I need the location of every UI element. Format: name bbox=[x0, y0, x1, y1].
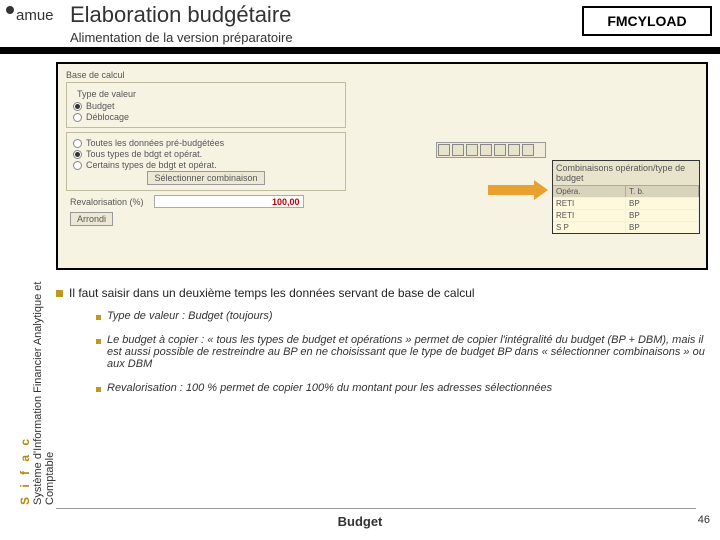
page-number: 46 bbox=[698, 514, 710, 526]
table-row[interactable]: RETIBP bbox=[553, 209, 699, 221]
logo-bullet-icon bbox=[6, 6, 14, 14]
table-row[interactable]: S PBP bbox=[553, 221, 699, 233]
tcode-label: FMCYLOAD bbox=[607, 13, 686, 29]
reval-input[interactable]: 100,00 bbox=[154, 195, 304, 208]
bullet-sub-text: Revalorisation : 100 % permet de copier … bbox=[107, 382, 552, 394]
sidebar-brand: S i f a c bbox=[18, 436, 32, 505]
sidebar: S i f a c Système d'Information Financie… bbox=[0, 65, 52, 515]
bullet-icon bbox=[96, 339, 101, 344]
bullet-sub-text: Type de valeur : Budget (toujours) bbox=[107, 310, 273, 322]
combo-col2: T. b. bbox=[626, 186, 699, 197]
bullet-icon bbox=[96, 387, 101, 392]
toolbar-icon-7[interactable] bbox=[522, 144, 534, 156]
bullet-sub-1: Type de valeur : Budget (toujours) bbox=[96, 310, 708, 322]
radio-tous-prebudg[interactable] bbox=[73, 139, 82, 148]
radio-budget-label: Budget bbox=[86, 101, 115, 111]
radio-certains-label: Certains types de bdgt et opérat. bbox=[86, 160, 217, 170]
arrow-icon bbox=[488, 182, 548, 198]
radio-tous-types[interactable] bbox=[73, 150, 82, 159]
bullet-sub-2: Le budget à copier : « tous les types de… bbox=[96, 334, 708, 370]
sidebar-fullname2: Comptable bbox=[44, 452, 56, 505]
toolbar-icon-4[interactable] bbox=[480, 144, 492, 156]
footer: Budget 46 bbox=[0, 514, 720, 536]
bullet-icon bbox=[96, 315, 101, 320]
toolbar-icon-2[interactable] bbox=[452, 144, 464, 156]
sidebar-fullname1: Système d'Information Financier Analytiq… bbox=[32, 282, 44, 505]
radio-certains[interactable] bbox=[73, 161, 82, 170]
radio-budget[interactable] bbox=[73, 102, 82, 111]
bullet-main-text: Il faut saisir dans un deuxième temps le… bbox=[69, 286, 475, 300]
bullet-main: Il faut saisir dans un deuxième temps le… bbox=[56, 286, 708, 300]
toolbar-icon-6[interactable] bbox=[508, 144, 520, 156]
sap-toolbar bbox=[436, 142, 546, 158]
arrondi-button[interactable]: Arrondi bbox=[70, 212, 113, 226]
header-rule bbox=[0, 47, 720, 54]
table-row[interactable]: RETIBP bbox=[553, 197, 699, 209]
bullet-sub-text: Le budget à copier : « tous les types de… bbox=[107, 334, 708, 370]
radio-tous-prebudg-label: Toutes les données pré-budgétées bbox=[86, 138, 224, 148]
reval-label: Revalorisation (%) bbox=[70, 197, 144, 207]
toolbar-icon-1[interactable] bbox=[438, 144, 450, 156]
select-combination-button[interactable]: Sélectionner combinaison bbox=[147, 171, 264, 185]
toolbar-icon-5[interactable] bbox=[494, 144, 506, 156]
bullet-icon bbox=[56, 290, 63, 297]
sap-type-label: Type de valeur bbox=[77, 89, 339, 99]
sap-screenshot: Base de calcul Type de valeur Budget Déb… bbox=[56, 62, 708, 270]
radio-deblocage[interactable] bbox=[73, 113, 82, 122]
combination-popup-title: Combinaisons opération/type de budget bbox=[553, 161, 699, 186]
footer-rule bbox=[56, 508, 696, 509]
toolbar-icon-3[interactable] bbox=[466, 144, 478, 156]
footer-title: Budget bbox=[338, 514, 383, 529]
combo-col1: Opéra. bbox=[553, 186, 626, 197]
bullet-sub-3: Revalorisation : 100 % permet de copier … bbox=[96, 382, 708, 394]
sap-base-label: Base de calcul bbox=[66, 70, 702, 80]
radio-tous-types-label: Tous types de bdgt et opérat. bbox=[86, 149, 202, 159]
radio-deblocage-label: Déblocage bbox=[86, 112, 129, 122]
logo-text: amue bbox=[16, 7, 54, 24]
tcode-box: FMCYLOAD bbox=[582, 6, 712, 36]
logo: amue bbox=[6, 6, 54, 24]
combination-popup: Combinaisons opération/type de budget Op… bbox=[552, 160, 700, 234]
